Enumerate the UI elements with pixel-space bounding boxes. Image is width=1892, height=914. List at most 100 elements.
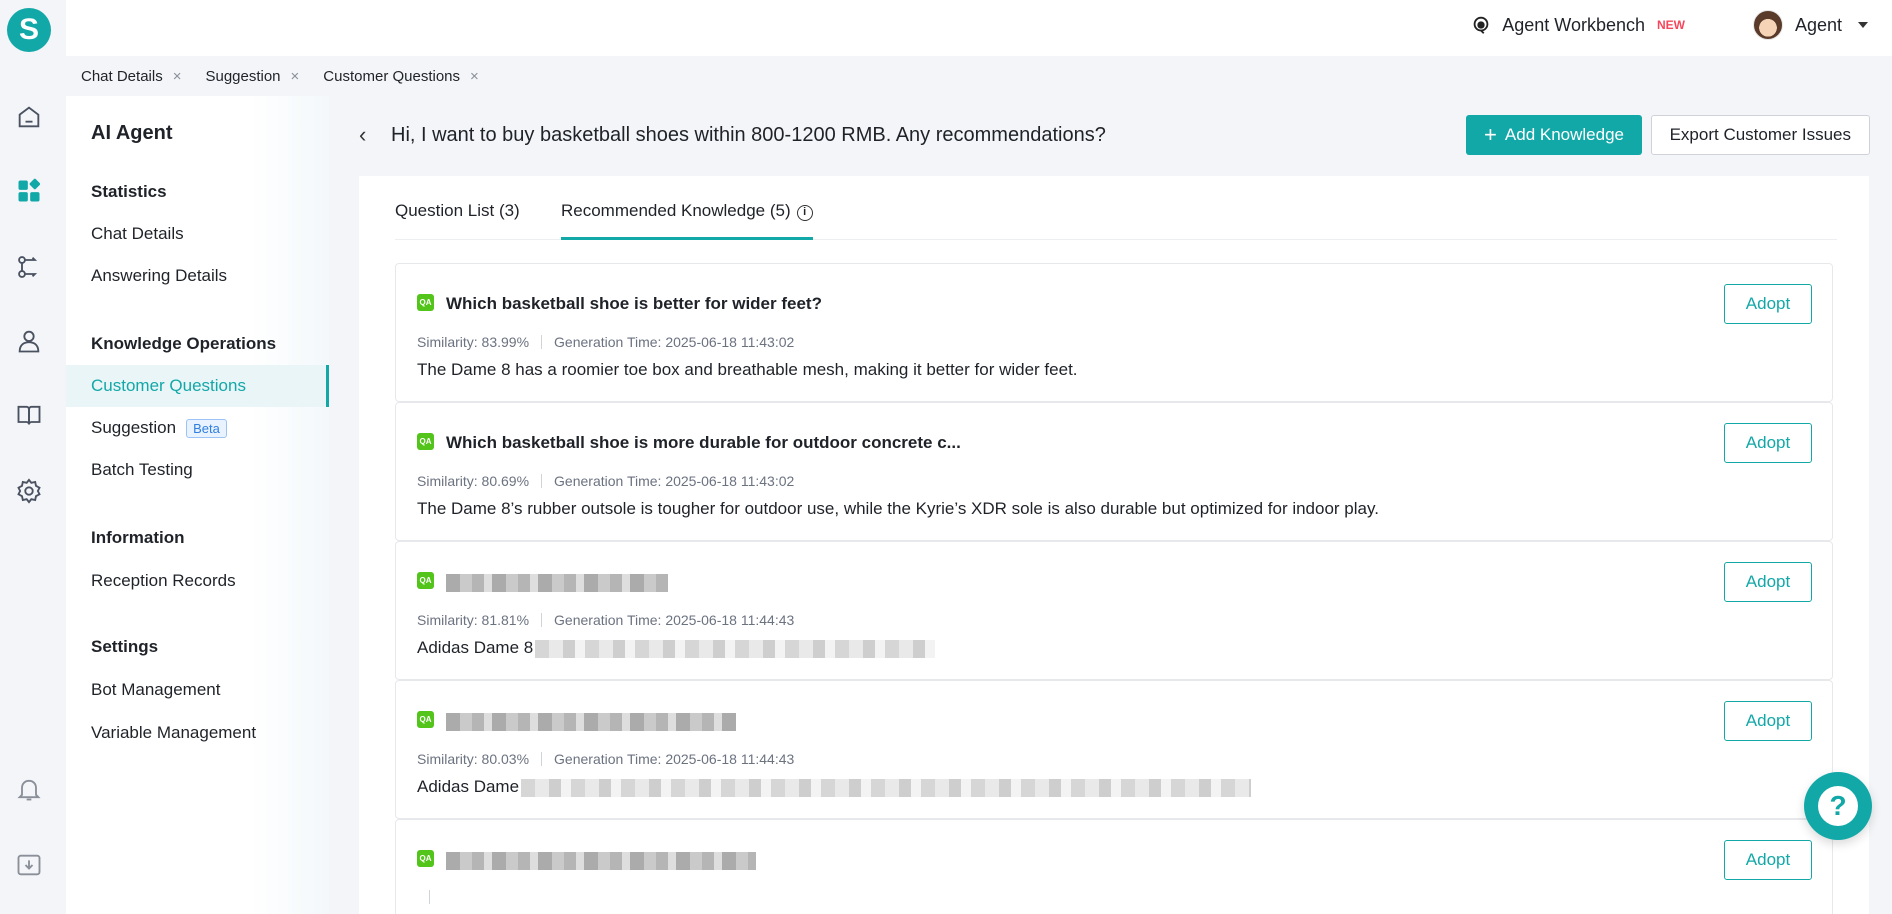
main-content: ‹ Hi, I want to buy basketball shoes wit…: [329, 96, 1892, 914]
card-answer: Adidas Dame: [417, 777, 1252, 797]
redacted-text: [535, 639, 936, 658]
knowledge-card: QA Which basketball shoe is more durable…: [395, 402, 1833, 541]
icon-rail: S: [0, 0, 66, 914]
sidebar-item-label: Customer Questions: [91, 376, 246, 395]
flow-icon[interactable]: [14, 252, 44, 282]
home-icon[interactable]: [14, 102, 44, 132]
question-mark-icon: ?: [1818, 786, 1858, 826]
sidebar-item-batch-testing[interactable]: Batch Testing: [66, 449, 329, 491]
sidebar-item-label: Chat Details: [91, 224, 184, 243]
tab-customer-questions[interactable]: Customer Questions ×: [323, 68, 479, 85]
qa-badge-icon: QA: [417, 572, 434, 589]
beta-badge: Beta: [186, 418, 227, 438]
tab-label: Question List (3): [395, 201, 520, 220]
card-meta: Similarity: 80.03% Generation Time: 2025-…: [417, 751, 794, 767]
bell-icon[interactable]: [14, 774, 44, 804]
tab-label: Suggestion: [205, 67, 281, 85]
redacted-text: [521, 778, 1252, 797]
sidebar-group-statistics: Statistics: [91, 182, 167, 201]
answer-text: Adidas Dame: [417, 777, 520, 796]
knowledge-card: QA Which basketball shoe is better for w…: [395, 263, 1833, 402]
generation-time: Generation Time: 2025-06-18 11:44:43: [554, 612, 795, 628]
book-icon[interactable]: [14, 400, 44, 430]
sidebar-item-suggestion[interactable]: Suggestion Beta: [66, 407, 329, 449]
close-icon[interactable]: ×: [470, 68, 479, 85]
sidebar-item-label: Answering Details: [91, 266, 228, 285]
close-icon[interactable]: ×: [173, 68, 182, 85]
chevron-down-icon: [1858, 22, 1868, 28]
tab-recommended-knowledge[interactable]: Recommended Knowledge (5) i: [561, 201, 813, 240]
info-icon[interactable]: i: [796, 205, 813, 221]
agent-icon[interactable]: [14, 326, 44, 356]
similarity: Similarity: 81.81%: [417, 612, 530, 628]
tab-label: Chat Details: [81, 67, 163, 85]
sidebar-item-bot-management[interactable]: Bot Management: [66, 669, 329, 711]
workbench-label: Agent Workbench: [1502, 14, 1645, 35]
sidebar-item-label: Suggestion: [91, 418, 177, 437]
dashboard-icon[interactable]: [14, 176, 44, 206]
download-icon[interactable]: [14, 850, 44, 880]
generation-time: Generation Time: 2025-06-18 11:43:02: [554, 473, 795, 489]
sidebar-item-label: Batch Testing: [91, 460, 193, 479]
tab-label: Customer Questions: [323, 67, 461, 85]
plus-icon: +: [1484, 122, 1497, 147]
user-name: Agent: [1794, 14, 1842, 35]
divider: [541, 613, 543, 627]
card-meta: [417, 890, 442, 904]
adopt-button[interactable]: Adopt: [1724, 840, 1812, 880]
top-bar: Agent Workbench NEW Agent: [66, 0, 1892, 56]
export-customer-issues-button[interactable]: Export Customer Issues: [1650, 115, 1870, 155]
help-button[interactable]: ?: [1804, 772, 1872, 840]
sidebar-item-chat-details[interactable]: Chat Details: [66, 213, 329, 255]
sidebar-item-customer-questions[interactable]: Customer Questions: [66, 365, 329, 407]
page-header: ‹ Hi, I want to buy basketball shoes wit…: [329, 96, 1892, 174]
sidebar-title: AI Agent: [91, 122, 173, 144]
user-menu[interactable]: Agent: [1752, 10, 1868, 40]
sidebar-item-label: Bot Management: [91, 680, 221, 699]
back-arrow-icon[interactable]: ‹: [359, 122, 366, 148]
avatar: [1752, 10, 1783, 40]
divider: [541, 752, 543, 766]
knowledge-card: QA Similarity: 80.03% Generation Time: 20…: [395, 680, 1833, 819]
similarity: Similarity: 80.03%: [417, 751, 530, 767]
sidebar-item-reception-records[interactable]: Reception Records: [66, 560, 329, 602]
settings-icon[interactable]: [14, 476, 44, 506]
sidebar-group-settings: Settings: [91, 637, 159, 656]
tab-suggestion[interactable]: Suggestion ×: [205, 68, 299, 85]
agent-workbench-link[interactable]: Agent Workbench NEW: [1470, 14, 1685, 36]
sidebar-group-information: Information: [91, 528, 185, 547]
knowledge-panel: Question List (3) Recommended Knowledge …: [359, 176, 1869, 914]
add-knowledge-button[interactable]: + Add Knowledge: [1466, 115, 1642, 155]
app-logo[interactable]: S: [7, 8, 51, 52]
headset-icon: [1473, 16, 1489, 34]
sidebar-item-variable-management[interactable]: Variable Management: [66, 712, 329, 754]
qa-badge-icon: QA: [417, 711, 434, 728]
similarity: Similarity: 80.69%: [417, 473, 530, 489]
sidebar-item-label: Variable Management: [91, 723, 257, 742]
card-title: Which basketball shoe is more durable fo…: [446, 433, 961, 452]
qa-badge-icon: QA: [417, 433, 434, 450]
tab-chat-details[interactable]: Chat Details ×: [81, 68, 181, 85]
card-meta: Similarity: 83.99% Generation Time: 2025-…: [417, 334, 794, 350]
card-meta: Similarity: 81.81% Generation Time: 2025-…: [417, 612, 794, 628]
adopt-button[interactable]: Adopt: [1724, 423, 1812, 463]
close-icon[interactable]: ×: [291, 68, 300, 85]
sidebar-item-answering-details[interactable]: Answering Details: [66, 255, 329, 297]
similarity: Similarity: 83.99%: [417, 334, 530, 350]
card-meta: Similarity: 80.69% Generation Time: 2025-…: [417, 473, 794, 489]
card-answer: Adidas Dame 8: [417, 638, 936, 658]
adopt-button[interactable]: Adopt: [1724, 284, 1812, 324]
add-knowledge-label: Add Knowledge: [1504, 125, 1624, 144]
card-title-redacted: [446, 572, 668, 592]
adopt-button[interactable]: Adopt: [1724, 701, 1812, 741]
qa-badge-icon: QA: [417, 850, 434, 867]
panel-tabs: Question List (3) Recommended Knowledge …: [395, 176, 1837, 240]
answer-text: Adidas Dame 8: [417, 638, 534, 657]
open-tabs: Chat Details × Suggestion × Customer Que…: [66, 56, 1892, 96]
tab-label: Recommended Knowledge (5): [561, 201, 791, 220]
adopt-button[interactable]: Adopt: [1724, 562, 1812, 602]
knowledge-card: QA Adopt: [395, 819, 1833, 914]
generation-time: Generation Time: 2025-06-18 11:43:02: [554, 334, 795, 350]
page-title: Hi, I want to buy basketball shoes withi…: [391, 124, 1106, 146]
tab-question-list[interactable]: Question List (3): [395, 201, 520, 221]
